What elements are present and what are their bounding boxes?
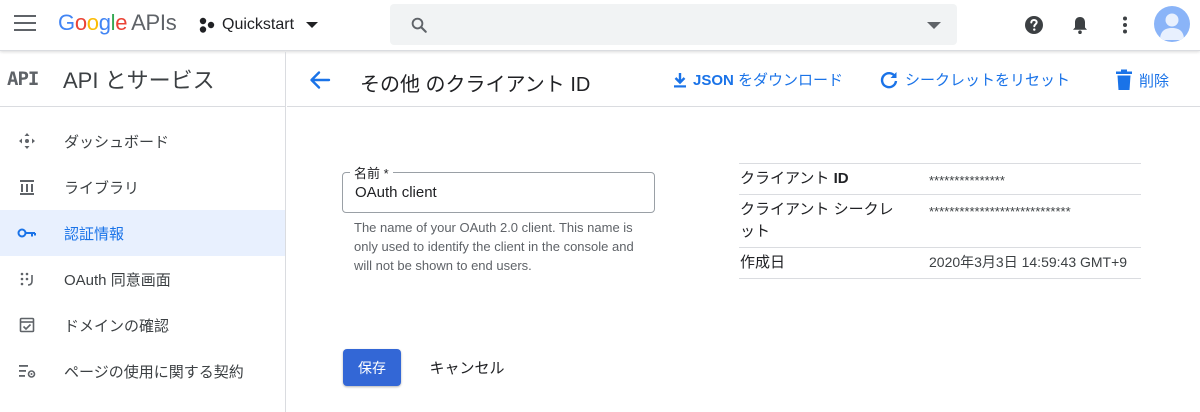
info-key-text: クライアント [740,170,834,187]
sidebar-title: API とサービス [63,68,215,93]
more-vert-icon[interactable] [1113,13,1137,37]
sidebar-header: API API とサービス [0,52,285,107]
search-input[interactable] [438,4,918,45]
client-id-value: *************** [929,173,1005,188]
download-json-button[interactable]: JSON をダウンロード [673,69,843,90]
client-secret-value: **************************** [929,204,1071,219]
sidebar-item-page-usage-agreements[interactable]: ページの使用に関する契約 [0,348,285,394]
logo-apis-text: APIs [131,10,177,35]
sidebar-item-label: ダッシュボード [64,133,170,151]
project-dots-icon [199,17,215,33]
project-name: Quickstart [222,16,295,33]
search-icon [411,17,427,33]
account-avatar[interactable] [1154,6,1190,42]
trash-icon [1116,69,1132,90]
logo-letter: G [58,10,75,35]
sidebar-item-domain-verification[interactable]: ドメインの確認 [0,302,285,348]
table-row: クライアント シークレット **************************… [739,195,1141,248]
logo-letter: o [74,10,87,35]
table-row: クライアント ID *************** [739,164,1141,195]
logo-letter: o [86,10,99,35]
logo-letter: g [98,10,111,35]
sidebar-item-label: ライブラリ [64,179,140,197]
info-key-bold: ID [833,170,849,187]
chevron-down-icon [306,22,319,28]
client-name-value: OAuth client [355,184,437,201]
sidebar-item-credentials[interactable]: 認証情報 [0,210,285,256]
refresh-icon [880,71,898,88]
download-icon [674,72,686,87]
help-icon[interactable] [1022,13,1046,37]
search-bar[interactable] [390,4,957,45]
project-selector[interactable]: Quickstart [198,12,319,38]
person-icon [1160,13,1184,40]
top-app-bar: Google APIs Quickstart [0,0,1200,51]
search-dropdown-icon[interactable] [927,22,941,29]
sidebar-item-dashboard[interactable]: ダッシュボード [0,118,285,164]
delete-button[interactable]: 削除 [1115,69,1169,91]
notifications-bell-icon[interactable] [1068,13,1092,37]
dashboard-icon [17,131,37,151]
table-row: 作成日 2020年3月3日 14:59:43 GMT+9 [739,248,1141,279]
api-badge-icon: API [7,68,39,90]
download-json-label-rest: をダウンロード [733,72,844,89]
client-name-helper-text: The name of your OAuth 2.0 client. This … [354,220,634,273]
sidebar-item-label: ページの使用に関する契約 [64,363,244,381]
client-name-label: 名前 * [350,163,393,182]
key-icon [17,223,37,243]
info-key-text: 作成日 [740,254,786,271]
sidebar: API API とサービス ダッシュボード ライブラリ 認証情報 OAuth 同… [0,52,286,412]
save-button[interactable]: 保存 [343,349,401,386]
sidebar-item-oauth-consent[interactable]: OAuth 同意画面 [0,256,285,302]
library-icon [17,177,37,197]
page-title: その他 のクライアント ID [360,74,591,96]
page-usage-agreements-icon [17,361,37,381]
cancel-button[interactable]: キャンセル [419,349,515,386]
created-date-value: 2020年3月3日 14:59:43 GMT+9 [929,254,1128,270]
download-json-label: JSON をダウンロード [693,69,843,90]
consent-screen-icon [17,269,37,289]
domain-verification-icon [17,315,37,335]
menu-icon[interactable] [14,15,36,33]
reset-secret-label: シークレットをリセット [905,72,1071,89]
delete-label: 削除 [1139,72,1170,90]
page-header: その他 のクライアント ID JSON をダウンロード シークレットをリセット … [287,52,1200,107]
info-key: クライアント ID [739,164,929,194]
logo-letter: e [115,10,128,35]
sidebar-item-label: ドメインの確認 [64,317,170,335]
info-key: 作成日 [739,248,929,278]
sidebar-nav: ダッシュボード ライブラリ 認証情報 OAuth 同意画面 ドメインの確認 ペー… [0,107,285,394]
sidebar-item-label: OAuth 同意画面 [64,271,171,289]
info-key: クライアント シークレット [739,195,897,247]
download-json-label-bold: JSON [693,72,734,89]
back-arrow-icon[interactable] [309,69,331,91]
reset-secret-button[interactable]: シークレットをリセット [879,69,1070,90]
client-info-table: クライアント ID *************** クライアント シークレット … [739,163,1141,279]
sidebar-item-library[interactable]: ライブラリ [0,164,285,210]
sidebar-item-label: 認証情報 [64,225,125,243]
google-apis-logo[interactable]: Google APIs [58,10,177,36]
info-key-text: クライアント シークレット [740,201,894,240]
